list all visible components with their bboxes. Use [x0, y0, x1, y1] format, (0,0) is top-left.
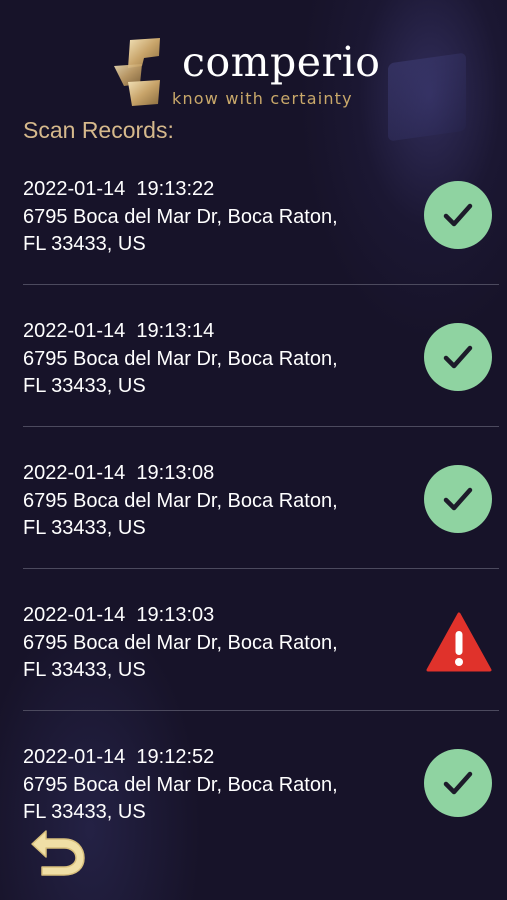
record-datetime: 2022-01-14 19:13:03: [23, 604, 215, 626]
list-item[interactable]: 2022-01-14 19:13:08 6795 Boca del Mar Dr…: [23, 427, 499, 569]
record-text: 2022-01-14 19:13:03 6795 Boca del Mar Dr…: [23, 602, 338, 685]
status-indicator: [424, 749, 494, 819]
record-address-line1: 6795 Boca del Mar Dr, Boca Raton,: [23, 205, 338, 228]
back-button[interactable]: [26, 826, 88, 878]
check-icon: [424, 465, 492, 533]
warning-icon: [426, 612, 492, 672]
check-icon: [424, 181, 492, 249]
record-address-line2: FL 33433, US: [23, 659, 146, 681]
list-item[interactable]: 2022-01-14 19:13:03 6795 Boca del Mar Dr…: [23, 569, 499, 711]
record-address-line2: FL 33433, US: [23, 375, 146, 397]
record-text: 2022-01-14 19:13:14 6795 Boca del Mar Dr…: [23, 318, 338, 401]
status-indicator: [424, 465, 494, 535]
record-text: 2022-01-14 19:13:22 6795 Boca del Mar Dr…: [23, 176, 338, 259]
record-datetime: 2022-01-14 19:13:08: [23, 462, 215, 484]
record-address-line1: 6795 Boca del Mar Dr, Boca Raton,: [23, 773, 338, 796]
list-item[interactable]: 2022-01-14 19:12:52 6795 Boca del Mar Dr…: [23, 711, 499, 852]
page-title: Scan Records:: [23, 117, 174, 143]
scan-records-list: 2022-01-14 19:13:22 6795 Boca del Mar Dr…: [0, 143, 507, 852]
comperio-logo-icon: [114, 38, 160, 106]
header: comperio know with certainty: [0, 0, 507, 112]
brand-tagline: know with certainty: [172, 89, 353, 108]
status-indicator: [424, 181, 494, 251]
status-indicator: [424, 607, 494, 677]
record-address-line1: 6795 Boca del Mar Dr, Boca Raton,: [23, 489, 338, 512]
check-icon: [424, 323, 492, 391]
record-datetime: 2022-01-14 19:13:14: [23, 320, 215, 342]
brand-name: comperio: [182, 38, 381, 86]
record-text: 2022-01-14 19:13:08 6795 Boca del Mar Dr…: [23, 460, 338, 543]
record-text: 2022-01-14 19:12:52 6795 Boca del Mar Dr…: [23, 744, 338, 827]
record-address-line2: FL 33433, US: [23, 233, 146, 255]
status-indicator: [424, 323, 494, 393]
record-address-line2: FL 33433, US: [23, 801, 146, 823]
back-arrow-icon: [31, 830, 85, 876]
record-address-line2: FL 33433, US: [23, 517, 146, 539]
check-icon: [424, 749, 492, 817]
list-item[interactable]: 2022-01-14 19:13:14 6795 Boca del Mar Dr…: [23, 285, 499, 427]
record-datetime: 2022-01-14 19:12:52: [23, 746, 215, 768]
record-address-line1: 6795 Boca del Mar Dr, Boca Raton,: [23, 631, 338, 654]
record-datetime: 2022-01-14 19:13:22: [23, 178, 215, 200]
list-item[interactable]: 2022-01-14 19:13:22 6795 Boca del Mar Dr…: [23, 143, 499, 285]
record-address-line1: 6795 Boca del Mar Dr, Boca Raton,: [23, 347, 338, 370]
